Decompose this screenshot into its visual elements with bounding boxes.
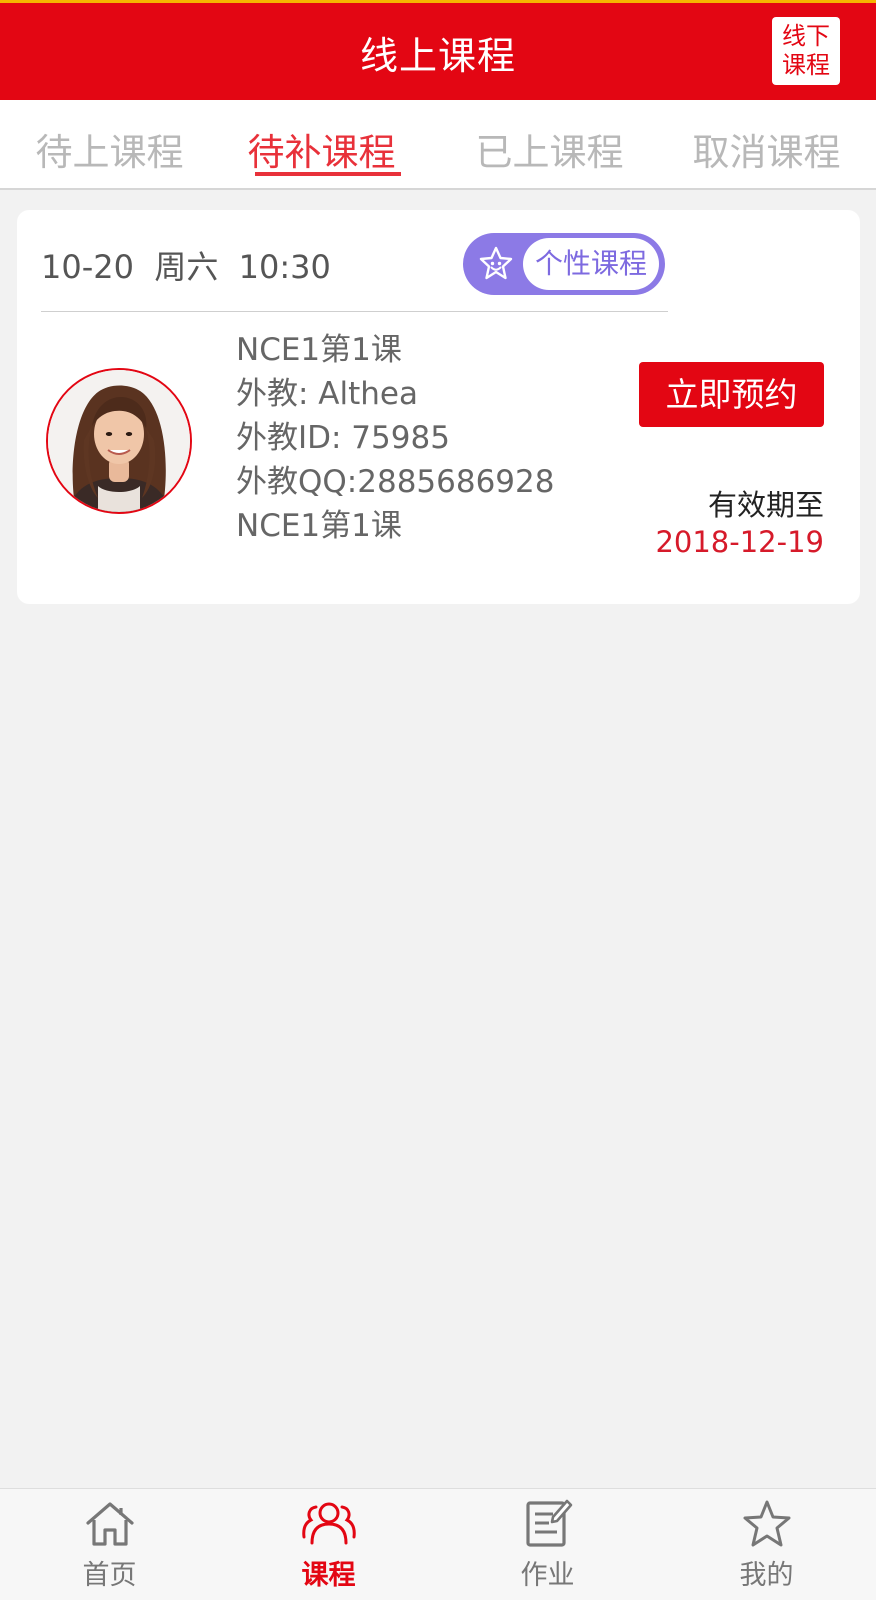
tab-upcoming[interactable]: 待上课程 xyxy=(0,122,219,176)
teacher-qq: 外教QQ:2885686928 xyxy=(236,464,555,500)
nav-homework-label: 作业 xyxy=(520,1560,575,1591)
app-header: 线上课程 线下 课程 xyxy=(0,0,876,100)
people-icon xyxy=(302,1502,356,1545)
nav-home[interactable]: 首页 xyxy=(0,1489,219,1600)
active-tab-indicator xyxy=(255,172,401,176)
teacher-avatar xyxy=(46,368,192,514)
course-info: NCE1第1课 外教: Althea 外教ID: 75985 外教QQ:2885… xyxy=(236,328,554,548)
homework-icon xyxy=(526,1499,573,1547)
teacher-photo xyxy=(48,370,190,512)
teacher-id: 外教ID: 75985 xyxy=(236,420,450,456)
lesson-name: NCE1第1课 xyxy=(236,508,402,544)
course-datetime: 10-20 周六 10:30 xyxy=(41,248,331,286)
nav-courses[interactable]: 课程 xyxy=(219,1489,438,1600)
nav-courses-label: 课程 xyxy=(301,1560,356,1591)
nav-home-label: 首页 xyxy=(82,1560,137,1591)
tab-makeup[interactable]: 待补课程 xyxy=(212,122,431,176)
star-icon xyxy=(743,1500,791,1547)
bottom-nav: 首页 课程 作业 我的 xyxy=(0,1488,876,1600)
smiley-star-icon xyxy=(479,246,513,280)
home-icon xyxy=(86,1502,134,1546)
course-type-badge: 个性课程 xyxy=(463,233,665,295)
course-name: NCE1第1课 xyxy=(236,332,402,368)
offline-course-button[interactable]: 线下 课程 xyxy=(772,17,840,85)
offline-course-label-line2: 课程 xyxy=(782,51,830,79)
nav-homework[interactable]: 作业 xyxy=(438,1489,657,1600)
book-now-button[interactable]: 立即预约 xyxy=(639,362,824,427)
course-tabs: 待上课程 待补课程 已上课程 取消课程 xyxy=(0,100,876,190)
tab-cancelled[interactable]: 取消课程 xyxy=(657,122,876,176)
page-title: 线上课程 xyxy=(359,34,516,78)
teacher-name: 外教: Althea xyxy=(236,376,418,412)
course-type-label: 个性课程 xyxy=(523,238,659,290)
offline-course-label-line1: 线下 xyxy=(782,22,830,50)
validity-label: 有效期至 xyxy=(707,488,824,522)
card-divider xyxy=(41,311,668,312)
tab-completed[interactable]: 已上课程 xyxy=(440,122,659,176)
course-card[interactable]: 10-20 周六 10:30 个性课程 NCE1第1课 外教: Althea 外… xyxy=(17,210,860,604)
nav-mine[interactable]: 我的 xyxy=(657,1489,876,1600)
nav-mine-label: 我的 xyxy=(739,1560,794,1591)
validity-date: 2018-12-19 xyxy=(655,525,824,559)
